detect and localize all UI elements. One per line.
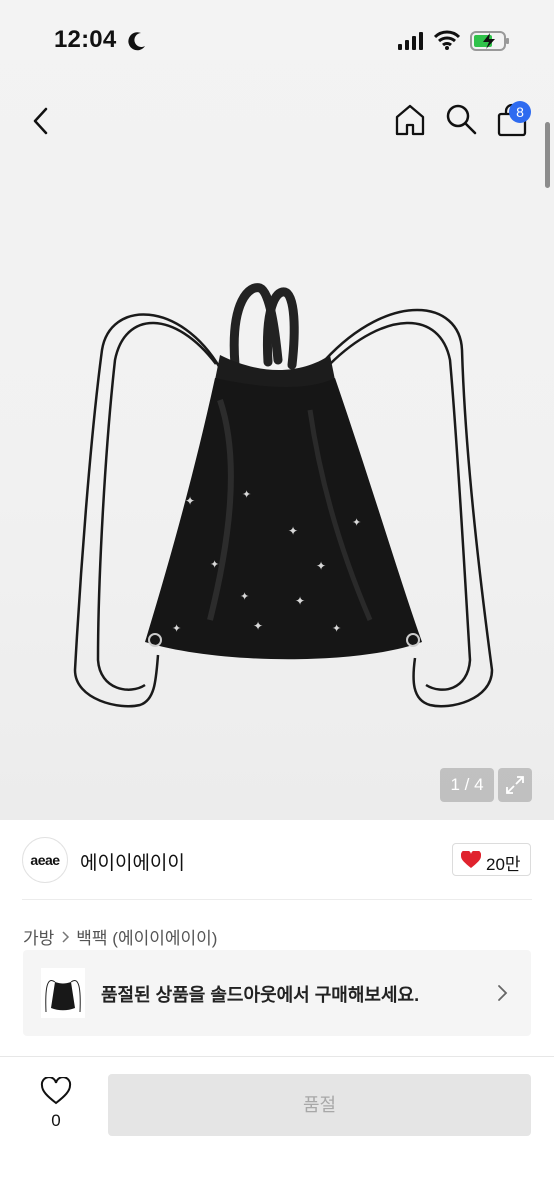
soldout-button[interactable]: 품절 — [108, 1074, 531, 1136]
like-count: 20만 — [486, 855, 521, 874]
svg-text:✦: ✦ — [172, 623, 181, 635]
gallery-pager: 1 / 4 — [440, 768, 494, 802]
breadcrumb-category[interactable]: 가방 — [23, 924, 54, 949]
shop-like-button[interactable]: 20만 — [452, 843, 531, 876]
expand-icon — [506, 776, 524, 794]
svg-text:✦: ✦ — [185, 494, 195, 508]
svg-text:✦: ✦ — [295, 594, 305, 608]
wifi-icon — [434, 30, 460, 50]
svg-text:✦: ✦ — [240, 591, 249, 603]
svg-text:✦: ✦ — [288, 524, 298, 538]
scrollbar[interactable] — [545, 122, 550, 188]
cart-badge: 8 — [509, 101, 531, 123]
soldout-banner[interactable]: 품절된 상품을 솔드아웃에서 구매해보세요. — [23, 950, 531, 1036]
moon-icon — [128, 32, 145, 51]
product-image: ✦ ✦ ✦ ✦ ✦ ✦ ✦ ✦ ✦ ✦ ✦ — [73, 283, 494, 708]
shop-name[interactable]: 에이이에이이 — [80, 848, 185, 875]
svg-text:✦: ✦ — [332, 623, 341, 635]
signal-icon — [398, 32, 423, 50]
svg-text:✦: ✦ — [210, 559, 219, 571]
status-bar: 12:04 — [0, 0, 554, 84]
wish-count: 0 — [51, 1111, 61, 1130]
fullscreen-button[interactable] — [498, 768, 532, 802]
heart-icon — [461, 851, 481, 868]
chevron-right-icon — [498, 985, 508, 1001]
bottom-action-bar: 0 품절 — [0, 1056, 554, 1200]
chevron-right-icon — [62, 930, 70, 943]
banner-thumbnail — [41, 968, 85, 1018]
status-time: 12:04 — [54, 26, 117, 53]
breadcrumb: 가방 백팩 (에이이에이이) — [23, 924, 217, 949]
breadcrumb-subcategory[interactable]: 백팩 (에이이에이이) — [76, 924, 217, 949]
home-icon[interactable] — [392, 102, 428, 138]
heart-outline-icon[interactable] — [40, 1077, 72, 1105]
battery-charging-icon — [470, 31, 509, 51]
back-chevron-icon[interactable] — [26, 104, 56, 138]
shop-row[interactable]: aeae 에이이에이이 20만 — [0, 820, 554, 900]
svg-text:✦: ✦ — [316, 559, 326, 573]
divider — [22, 899, 532, 900]
svg-text:✦: ✦ — [253, 619, 263, 633]
svg-text:✦: ✦ — [242, 489, 251, 501]
banner-text: 품절된 상품을 솔드아웃에서 구매해보세요. — [101, 985, 420, 1005]
shop-logo[interactable]: aeae — [22, 837, 68, 883]
search-icon[interactable] — [444, 102, 478, 136]
svg-text:✦: ✦ — [352, 517, 361, 529]
